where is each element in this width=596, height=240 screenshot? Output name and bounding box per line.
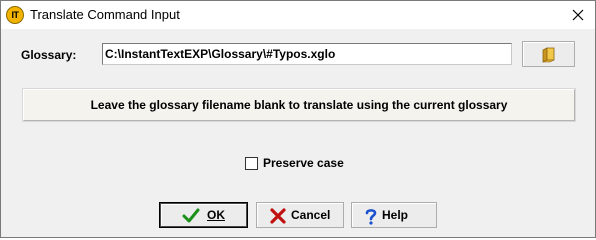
info-panel: Leave the glossary filename blank to tra… [22,88,576,122]
window-title: Translate Command Input [30,7,180,22]
question-mark-icon [365,209,377,225]
close-button[interactable] [565,4,591,26]
glossary-label: Glossary: [21,48,77,62]
cancel-button[interactable]: Cancel [256,202,344,228]
instanttext-app-icon: IT [6,6,24,24]
translate-command-dialog: IT Translate Command Input Glossary: C:\… [0,0,596,238]
title-bar[interactable]: IT Translate Command Input [1,1,595,29]
help-button[interactable]: Help [351,202,437,228]
browse-glossary-button[interactable] [522,41,575,67]
glossary-path-input[interactable]: C:\InstantTextEXP\Glossary\#Typos.xglo [102,43,512,65]
folder-icon [542,47,555,63]
preserve-case-label[interactable]: Preserve case [263,156,344,170]
checkmark-icon [182,208,200,223]
cancel-button-label: Cancel [291,208,331,222]
ok-button[interactable]: OK [159,202,248,228]
preserve-case-checkbox[interactable] [245,157,258,170]
info-message: Leave the glossary filename blank to tra… [90,98,508,112]
ok-button-label: OK [207,208,225,222]
cross-icon [270,208,286,224]
close-icon [572,9,584,21]
help-button-label: Help [382,208,409,222]
